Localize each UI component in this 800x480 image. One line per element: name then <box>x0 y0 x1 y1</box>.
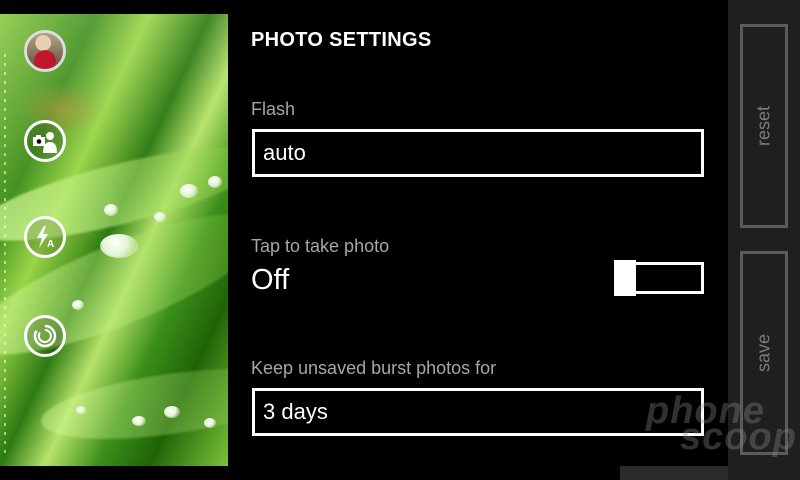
app-bar: reset save <box>728 0 800 480</box>
water-drop <box>154 212 166 222</box>
page-title: PHOTO SETTINGS <box>251 29 432 51</box>
burst-mode-button[interactable] <box>24 315 66 357</box>
water-drop <box>72 300 84 310</box>
grass-blade <box>37 356 228 452</box>
tap-to-take-state: Off <box>251 264 290 296</box>
water-drop <box>104 204 118 216</box>
water-drop <box>132 416 146 426</box>
burst-label: Keep unsaved burst photos for <box>251 358 497 378</box>
toggle-thumb[interactable] <box>614 260 636 296</box>
reset-label: reset <box>753 105 774 147</box>
flash-auto-icon: A <box>37 226 54 250</box>
water-drop <box>100 234 138 258</box>
water-drop <box>180 184 198 198</box>
flash-label: Flash <box>251 99 296 119</box>
lenses-button[interactable] <box>24 120 66 162</box>
svg-text:A: A <box>47 239 54 250</box>
flash-auto-button[interactable]: A <box>24 216 66 258</box>
water-drop <box>208 176 222 188</box>
burst-select[interactable]: 3 days <box>252 388 704 436</box>
camera-viewfinder[interactable]: A <box>0 14 228 466</box>
bottom-strip <box>620 466 728 480</box>
reset-button[interactable]: reset <box>740 24 788 228</box>
save-button[interactable]: save <box>740 251 788 455</box>
water-drop <box>164 406 180 418</box>
tap-to-take-toggle[interactable] <box>614 260 704 296</box>
burst-icon <box>33 324 57 348</box>
thumbnail-image <box>27 33 63 69</box>
toggle-track <box>630 262 704 294</box>
save-label: save <box>753 333 774 373</box>
viewfinder-edge-indicator <box>4 54 6 454</box>
water-drop <box>204 418 216 428</box>
flash-select[interactable]: auto <box>252 129 704 177</box>
last-photo-thumbnail-button[interactable] <box>24 30 66 72</box>
person-camera-icon <box>33 132 57 153</box>
water-drop <box>76 406 86 414</box>
tap-to-take-label: Tap to take photo <box>251 236 390 256</box>
